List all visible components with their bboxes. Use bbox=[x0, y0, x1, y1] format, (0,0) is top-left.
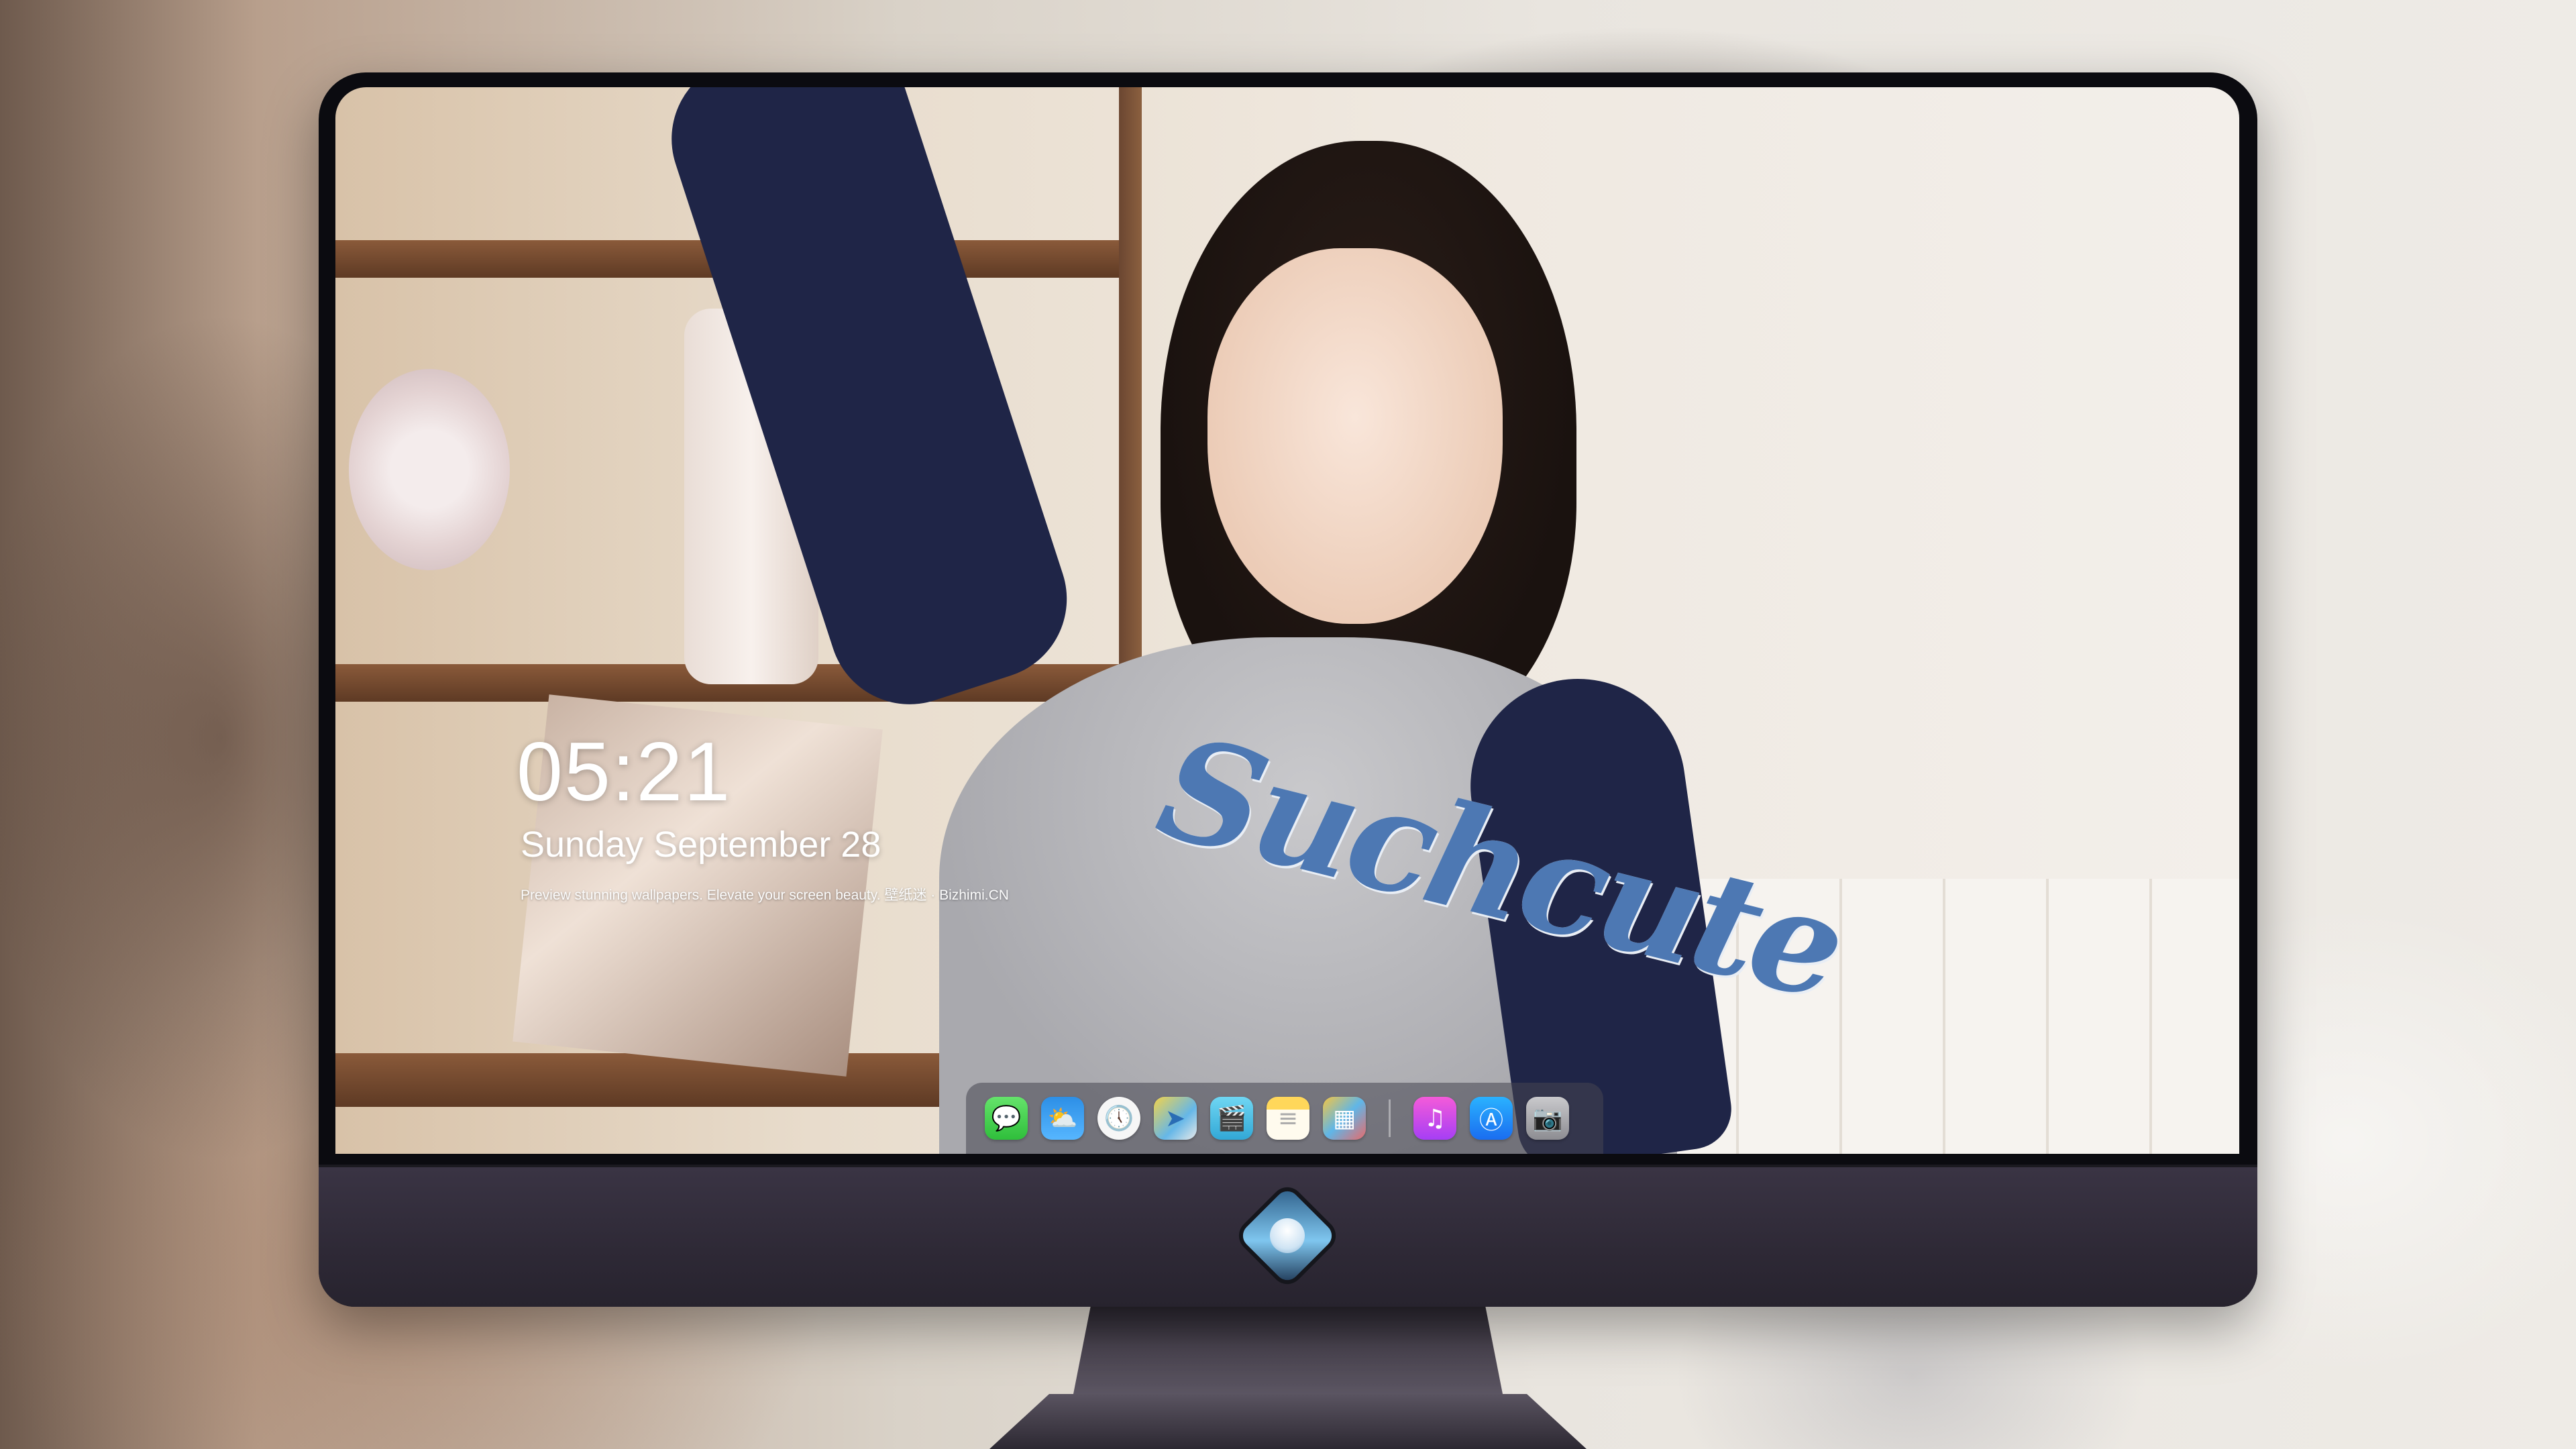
clock-icon[interactable]: 🕔 bbox=[1097, 1097, 1140, 1140]
music-icon[interactable]: ♫ bbox=[1413, 1097, 1456, 1140]
videos-icon[interactable]: 🎬 bbox=[1210, 1097, 1253, 1140]
maps-icon[interactable]: ➤ bbox=[1154, 1097, 1197, 1140]
camera-icon[interactable]: 📷 bbox=[1526, 1097, 1569, 1140]
monitor-chin bbox=[319, 1165, 2257, 1307]
lockscreen-tagline: Preview stunning wallpapers. Elevate you… bbox=[521, 888, 1009, 903]
notes-icon[interactable]: ≡ bbox=[1267, 1097, 1309, 1140]
app-store-icon[interactable]: Ⓐ bbox=[1470, 1097, 1513, 1140]
monitor-stand-neck bbox=[1073, 1307, 1503, 1394]
lockscreen-date: Sunday September 28 bbox=[521, 824, 881, 865]
lockscreen-time: 05:21 bbox=[517, 726, 732, 818]
brand-logo-icon bbox=[1238, 1186, 1337, 1285]
wallpaper-plate bbox=[349, 369, 510, 570]
dock: 💬 ⛅ 🕔 ➤ 🎬 ≡ ▦ ♫ Ⓐ 📷 bbox=[966, 1083, 1603, 1154]
dock-separator bbox=[1389, 1099, 1391, 1137]
photos-icon[interactable]: ▦ bbox=[1323, 1097, 1366, 1140]
monitor-stand-base bbox=[989, 1394, 1587, 1449]
weather-icon[interactable]: ⛅ bbox=[1041, 1097, 1084, 1140]
desktop-screen: Suchcute 05:21 Sunday September 28 Previ… bbox=[335, 87, 2239, 1154]
wallpaper-figure-face bbox=[1208, 248, 1503, 624]
messages-icon[interactable]: 💬 bbox=[985, 1097, 1028, 1140]
